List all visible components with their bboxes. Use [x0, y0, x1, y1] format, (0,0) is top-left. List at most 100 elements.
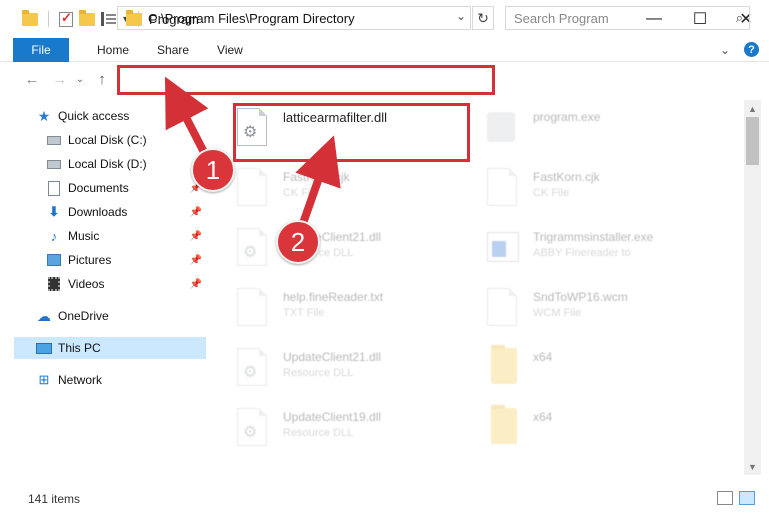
- up-arrow-icon[interactable]: ↑: [92, 71, 112, 88]
- file-name: x64: [533, 350, 553, 364]
- address-highlight-box: [117, 65, 495, 95]
- file-type: CK File: [533, 187, 570, 199]
- sidebar-item-quick-access[interactable]: ★ Quick access: [14, 105, 206, 127]
- music-icon: ♪: [50, 228, 58, 244]
- scrollbar-thumb[interactable]: [746, 117, 759, 165]
- sidebar-item-label: Documents: [68, 181, 129, 195]
- dll-icon: ⚙: [237, 228, 273, 270]
- file-item[interactable]: ⚙ UpdateClient19.dll Resource DLL: [223, 404, 463, 454]
- sidebar-item-label: Pictures: [68, 253, 112, 267]
- sidebar-item-network[interactable]: ⊞ Network: [14, 369, 206, 391]
- sidebar-item-downloads[interactable]: ⬇ Downloads 📌: [14, 201, 206, 223]
- tab-share[interactable]: Share: [157, 43, 189, 57]
- step-1-badge: 1: [191, 148, 235, 192]
- file-name: FastKorn.cjk: [283, 170, 350, 184]
- help-icon[interactable]: ?: [744, 42, 759, 57]
- download-icon: ⬇: [48, 204, 60, 219]
- sidebar-item-label: Downloads: [68, 205, 128, 219]
- sidebar-item-onedrive[interactable]: ☁ OneDrive: [14, 305, 206, 327]
- file-type: TXT File: [283, 307, 325, 319]
- file-highlight-box: [233, 103, 470, 162]
- folder-icon: [487, 405, 523, 450]
- search-input[interactable]: Search Program: [514, 11, 609, 26]
- navigation-pane: ★ Quick access Local Disk (C:) Local Dis…: [0, 100, 210, 475]
- view-toggle: [717, 491, 755, 505]
- sidebar-item-music[interactable]: ♪ Music 📌: [14, 225, 206, 247]
- pin-icon[interactable]: 📌: [190, 255, 202, 266]
- tab-view[interactable]: View: [217, 43, 243, 57]
- tab-home[interactable]: Home: [97, 43, 129, 57]
- search-icon[interactable]: ⌕: [736, 10, 743, 26]
- sidebar-item-label: Quick access: [58, 109, 130, 123]
- file-item[interactable]: FastKorn.cjk CK File: [473, 164, 713, 214]
- tab-file[interactable]: File: [13, 37, 69, 62]
- file-type: CK File: [283, 187, 320, 199]
- forward-arrow-icon[interactable]: →: [50, 71, 70, 88]
- file-item[interactable]: help.fineReader.txt TXT File: [223, 284, 463, 334]
- pin-icon[interactable]: 📌: [190, 231, 202, 242]
- file-icon: [487, 168, 523, 210]
- sidebar-item-local-disk-d[interactable]: Local Disk (D:): [14, 153, 206, 175]
- drive-icon: [46, 132, 62, 148]
- documents-icon: [46, 180, 62, 196]
- folder-icon: [22, 9, 38, 26]
- pc-icon: [36, 340, 52, 356]
- folder-icon: [126, 10, 142, 26]
- address-bar[interactable]: C:\Program Files\Program Directory ⌄: [117, 6, 471, 30]
- sidebar-item-this-pc[interactable]: This PC: [14, 337, 206, 359]
- cloud-icon: ☁: [37, 307, 51, 324]
- file-name: Trigrammsinstaller.exe: [533, 230, 654, 244]
- file-item[interactable]: FastKorn.cjk CK File: [223, 164, 463, 214]
- sidebar-item-label: OneDrive: [58, 309, 109, 323]
- properties-check-icon[interactable]: [59, 10, 73, 27]
- pin-icon[interactable]: 📌: [190, 279, 202, 290]
- address-dropdown-chevron-icon[interactable]: ⌄: [456, 9, 466, 23]
- sidebar-item-label: Videos: [68, 277, 105, 291]
- recent-locations-chevron-icon[interactable]: ⌄: [70, 74, 90, 85]
- pin-icon[interactable]: 📌: [190, 207, 202, 218]
- file-item[interactable]: SndToWP16.wcm WCM File: [473, 284, 713, 334]
- ribbon-tabs: File Home Share View ⌄ ?: [0, 37, 769, 62]
- sidebar-item-videos[interactable]: Videos 📌: [14, 273, 206, 295]
- vertical-scrollbar[interactable]: ▲ ▼: [744, 100, 761, 475]
- drive-icon: [46, 156, 62, 172]
- sidebar-item-local-disk-c[interactable]: Local Disk (C:): [14, 129, 206, 151]
- view-options-icon[interactable]: [101, 12, 117, 26]
- file-name: x64: [533, 410, 553, 424]
- sidebar-item-documents[interactable]: Documents 📌: [14, 177, 206, 199]
- folder-icon: [487, 345, 523, 390]
- item-count: 141 items: [28, 492, 81, 506]
- sidebar-item-label: Local Disk (D:): [68, 157, 147, 171]
- star-icon: ★: [37, 107, 51, 124]
- file-item[interactable]: ⚙ UpdateClient21.dll Resource DLL: [223, 224, 463, 274]
- search-box[interactable]: Search Program ⌕: [505, 6, 750, 30]
- address-path[interactable]: C:\Program Files\Program Directory: [148, 11, 355, 26]
- exe-icon: [487, 108, 523, 150]
- sidebar-item-label: Music: [68, 229, 100, 243]
- file-icon: [237, 168, 273, 210]
- file-item[interactable]: x64: [473, 344, 713, 394]
- file-item[interactable]: program.exe: [473, 104, 713, 154]
- file-item[interactable]: x64: [473, 404, 713, 454]
- step-2-badge: 2: [276, 220, 320, 264]
- refresh-button[interactable]: ↻: [472, 6, 494, 30]
- file-item[interactable]: ⚙ UpdateClient21.dll Resource DLL: [223, 344, 463, 394]
- file-icon: [237, 288, 273, 330]
- file-name: FastKorn.cjk: [533, 170, 600, 184]
- dll-icon: ⚙: [237, 348, 273, 390]
- scroll-up-icon[interactable]: ▲: [744, 100, 761, 117]
- file-name: UpdateClient19.dll: [283, 410, 382, 424]
- file-name: program.exe: [533, 110, 601, 124]
- back-arrow-icon[interactable]: ←: [22, 71, 42, 88]
- pictures-icon: [46, 252, 62, 268]
- details-view-icon[interactable]: [717, 491, 733, 505]
- file-icon: [487, 288, 523, 330]
- installer-icon: [487, 228, 523, 270]
- expand-ribbon-chevron-icon[interactable]: ⌄: [720, 43, 730, 57]
- ribbon-right-controls: ⌄ ?: [720, 42, 759, 57]
- file-item[interactable]: Trigrammsinstaller.exe ABBY Finereader to: [473, 224, 713, 274]
- sidebar-item-pictures[interactable]: Pictures 📌: [14, 249, 206, 271]
- scroll-down-icon[interactable]: ▼: [744, 458, 761, 475]
- new-folder-icon[interactable]: [79, 9, 95, 26]
- large-icons-view-icon[interactable]: [739, 491, 755, 505]
